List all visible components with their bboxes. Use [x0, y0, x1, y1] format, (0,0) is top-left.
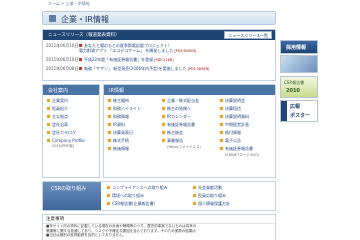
csr-link[interactable]: CSR報告書(企業報告書) [107, 201, 155, 207]
ir-note: (Yahooファイナンス) [167, 145, 201, 149]
company-info-box: 会社案内 企業案内 役員紹介 主な拠点 会社沿革 会社カタログ Company … [42, 84, 100, 178]
news-release-panel: ニュースリリース（報道発表資料） ニュースリリース一覧 2011年06月10日あ… [42, 29, 276, 81]
csr-link[interactable]: 個人情報保護方針 [193, 201, 230, 207]
flag-icon [79, 44, 82, 47]
ir-link[interactable]: 中期経営計画 [220, 122, 249, 128]
csr-link[interactable]: 役員の取り組み [193, 193, 226, 199]
ir-link[interactable]: 有価証券報告書 [162, 122, 195, 128]
news-item[interactable]: 2011年06月08日 執務「サザン」 新型発売(2006年内予定)を実施しました… [46, 66, 274, 72]
company-profile-note: 2010(PDF版) [52, 144, 74, 148]
company-link[interactable]: 会社カタログ [47, 130, 76, 136]
company-link[interactable]: 主な拠点 [47, 114, 68, 120]
csr-panel: CSRの取り組み コンプライアンスへの取り組み 環境への取り組み CSR報告書(… [42, 181, 276, 211]
news-list-button[interactable]: ニュースリリース一覧 [224, 31, 272, 39]
ir-link[interactable]: 決算説明会 [220, 98, 245, 104]
csr-link[interactable]: コンプライアンスへの取り組み [107, 185, 168, 191]
poster-line-1: 広報 [290, 104, 301, 110]
news-item[interactable]: 2011年06月10日 平成22年度「有価証券報告書」を登録[PDF:21KB] [46, 57, 274, 63]
news-header-label: ニュースリリース（報道発表資料） [48, 33, 120, 38]
recruit-banner[interactable]: 採用情報 [280, 40, 318, 54]
csr-report-year: 2010 [286, 88, 300, 94]
notes-line: ■当社は個別の投資勧誘を目的としておりません。 [46, 233, 126, 237]
pdf-tag: [PDF:383KB] [187, 67, 210, 71]
company-link[interactable]: 役員紹介 [47, 106, 68, 112]
ir-link[interactable]: 有価証券報告書 [220, 146, 253, 152]
ir-link[interactable]: IRカレンダー [162, 114, 191, 120]
ir-link[interactable]: 電子公告 [220, 138, 241, 144]
company-link[interactable]: 企業案内 [47, 98, 68, 104]
csr-report-banner[interactable]: CSR報告書 2010 [280, 76, 318, 98]
ir-link[interactable]: 決算発表日 [108, 130, 133, 136]
recruit-banner-label: 採用情報 [286, 45, 307, 51]
recruit-photo-banner[interactable] [280, 55, 318, 73]
csr-report-title: CSR報告書 [284, 80, 305, 85]
company-link[interactable]: 会社沿革 [47, 122, 68, 128]
news-sub-link[interactable]: 電力削減アプリ 「エコデコサーム」 を開発しました[PDF:600KB] [79, 48, 196, 54]
notes-panel: 注意事項 ■本サイト内の資料に記載している現在の計画や戦略等のうち、歴史的事実で… [42, 214, 276, 240]
csr-link[interactable]: 環境への取り組み [107, 193, 144, 199]
cube-icon [49, 15, 56, 22]
page-title: 企業・IR情報 [61, 15, 109, 24]
ir-link[interactable]: 株式手続 [108, 138, 129, 144]
company-box-header: 会社案内 [43, 85, 99, 95]
ir-link[interactable]: 株主総会 [162, 130, 183, 136]
pdf-tag: [PDF:21KB] [154, 58, 174, 62]
notes-header: 注意事項 [43, 215, 275, 224]
news-sub-text: 電力削減アプリ 「エコデコサーム」 を開発しました [79, 48, 174, 53]
breadcrumb: ホーム > 企業・IR情報 [48, 1, 90, 6]
news-link[interactable]: 執務「サザン」 新型発売(2006年内予定)を実施しました [84, 66, 187, 71]
ir-link[interactable]: 企業・株式配当金 [162, 98, 199, 104]
ir-note: (EDINETコード:E00) [225, 153, 259, 157]
news-date: 2011年06月10日 [46, 43, 79, 48]
ir-link[interactable]: 株主の皆様へ [162, 106, 191, 112]
ir-link[interactable]: 決算説明資料 [220, 114, 249, 120]
ir-link[interactable]: 株価情報 [108, 146, 129, 152]
pdf-tag: [PDF:600KB] [174, 49, 197, 53]
news-header: ニュースリリース（報道発表資料） ニュースリリース一覧 [43, 30, 275, 40]
news-date: 2011年06月10日 [46, 57, 79, 62]
ir-box-header: IR情報 [104, 85, 275, 95]
news-date: 2011年06月08日 [46, 66, 79, 71]
ir-link[interactable]: 格付情報 [220, 130, 241, 136]
flag-icon [79, 58, 82, 61]
ir-link[interactable]: IR資料 [108, 122, 125, 128]
news-item[interactable]: 2011年06月10日 あなたと陽のもとの夏季節電応援プロジェクト！ 電力削減アプ… [46, 43, 274, 53]
flag-icon [79, 67, 82, 70]
ir-info-box: IR情報 株主優待 財務ハイライト 財務情報 IR資料 決算発表日 株式手続 株… [103, 84, 276, 178]
poster-strip [281, 101, 287, 121]
company-link[interactable]: Company Profile [47, 138, 85, 143]
ir-link[interactable]: 株主優待 [108, 98, 129, 104]
poster-line-2: ポスター [290, 113, 311, 119]
csr-label-block: CSRの取り組み [43, 182, 101, 210]
ir-link[interactable]: 財務情報 [108, 114, 129, 120]
ir-link[interactable]: 決算短信 [220, 106, 241, 112]
csr-link[interactable]: 社会貢献活動 [193, 185, 222, 191]
ir-link[interactable]: 事業報告 [162, 138, 183, 144]
ir-link[interactable]: 財務ハイライト [108, 106, 141, 112]
page-title-bar: 企業・IR情報 [42, 11, 276, 25]
poster-banner[interactable]: 広報 ポスター [280, 100, 318, 122]
news-link[interactable]: 平成22年度「有価証券報告書」を登録 [84, 57, 153, 62]
csr-header: CSRの取り組み [51, 186, 87, 192]
